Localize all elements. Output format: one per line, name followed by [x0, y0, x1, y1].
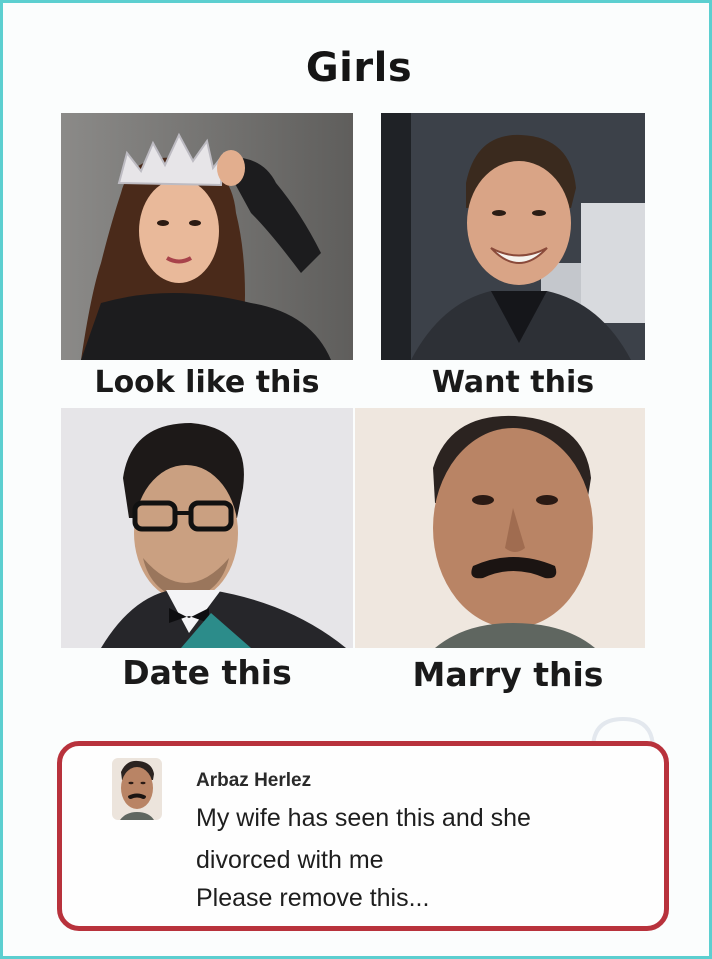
woman-with-crown-photo: [61, 113, 353, 360]
comment-text-line-1: My wife has seen this and she: [196, 804, 531, 832]
smiling-man-photo: [381, 113, 645, 360]
meme-title: Girls: [305, 45, 413, 91]
mustached-man-avatar: [112, 758, 162, 820]
caption-marry-this: Marry this: [412, 655, 604, 694]
caption-look-like-this: Look like this: [94, 365, 320, 400]
mustached-man-photo: [355, 408, 645, 648]
caption-date-this: Date this: [122, 653, 292, 692]
caption-want-this: Want this: [431, 365, 595, 400]
meme-frame: Girls Look like this Want this Date this…: [0, 0, 712, 959]
comment-author: Arbaz Herlez: [196, 770, 312, 791]
comment-card: Arbaz Herlez My wife has seen this and s…: [57, 741, 669, 931]
man-with-glasses-photo: [61, 408, 353, 648]
comment-text-line-2: divorced with me: [196, 846, 384, 874]
comment-text-line-3: Please remove this...: [196, 884, 430, 912]
